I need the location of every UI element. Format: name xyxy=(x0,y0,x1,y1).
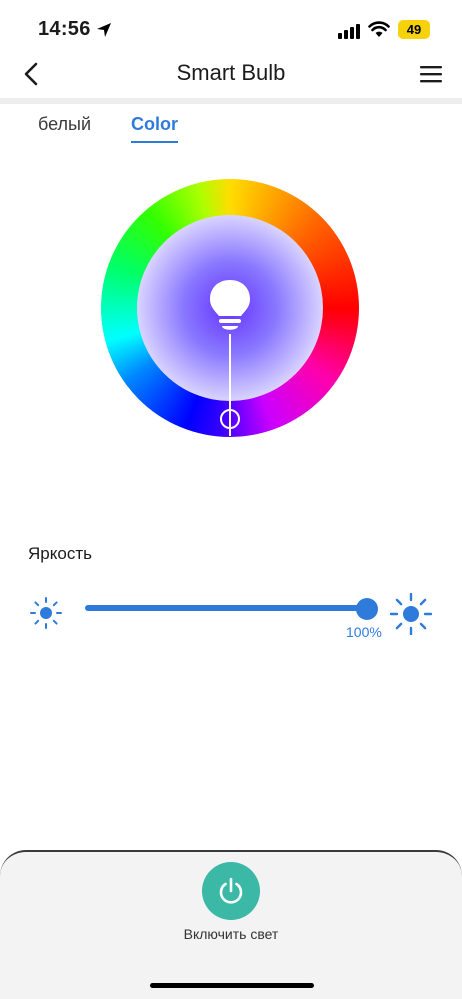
tab-white[interactable]: белый xyxy=(38,114,91,135)
location-arrow-icon xyxy=(97,23,111,37)
wifi-icon xyxy=(368,21,390,37)
light-bulb-icon xyxy=(210,280,250,330)
mode-tabs: белый Color xyxy=(0,114,462,146)
brightness-label: Яркость xyxy=(28,544,92,563)
battery-icon: 49 xyxy=(398,20,430,39)
brightness-slider-track[interactable] xyxy=(85,605,367,611)
color-picker-handle[interactable] xyxy=(220,409,240,429)
power-label: Включить свет xyxy=(183,926,279,942)
page-title: Smart Bulb xyxy=(176,60,286,85)
sun-small-icon xyxy=(30,597,62,629)
hamburger-menu-icon[interactable] xyxy=(420,64,442,84)
power-button[interactable] xyxy=(202,862,260,920)
status-time: 14:56 xyxy=(38,18,91,40)
brightness-value: 100% xyxy=(346,624,382,640)
sun-large-icon xyxy=(390,593,432,635)
nav-bar: Smart Bulb xyxy=(0,50,462,98)
cellular-signal-icon xyxy=(338,24,360,39)
tab-color[interactable]: Color xyxy=(131,114,178,143)
home-indicator xyxy=(150,983,314,988)
nav-divider xyxy=(0,98,462,104)
power-icon xyxy=(219,877,243,904)
brightness-slider-thumb[interactable] xyxy=(356,598,378,620)
